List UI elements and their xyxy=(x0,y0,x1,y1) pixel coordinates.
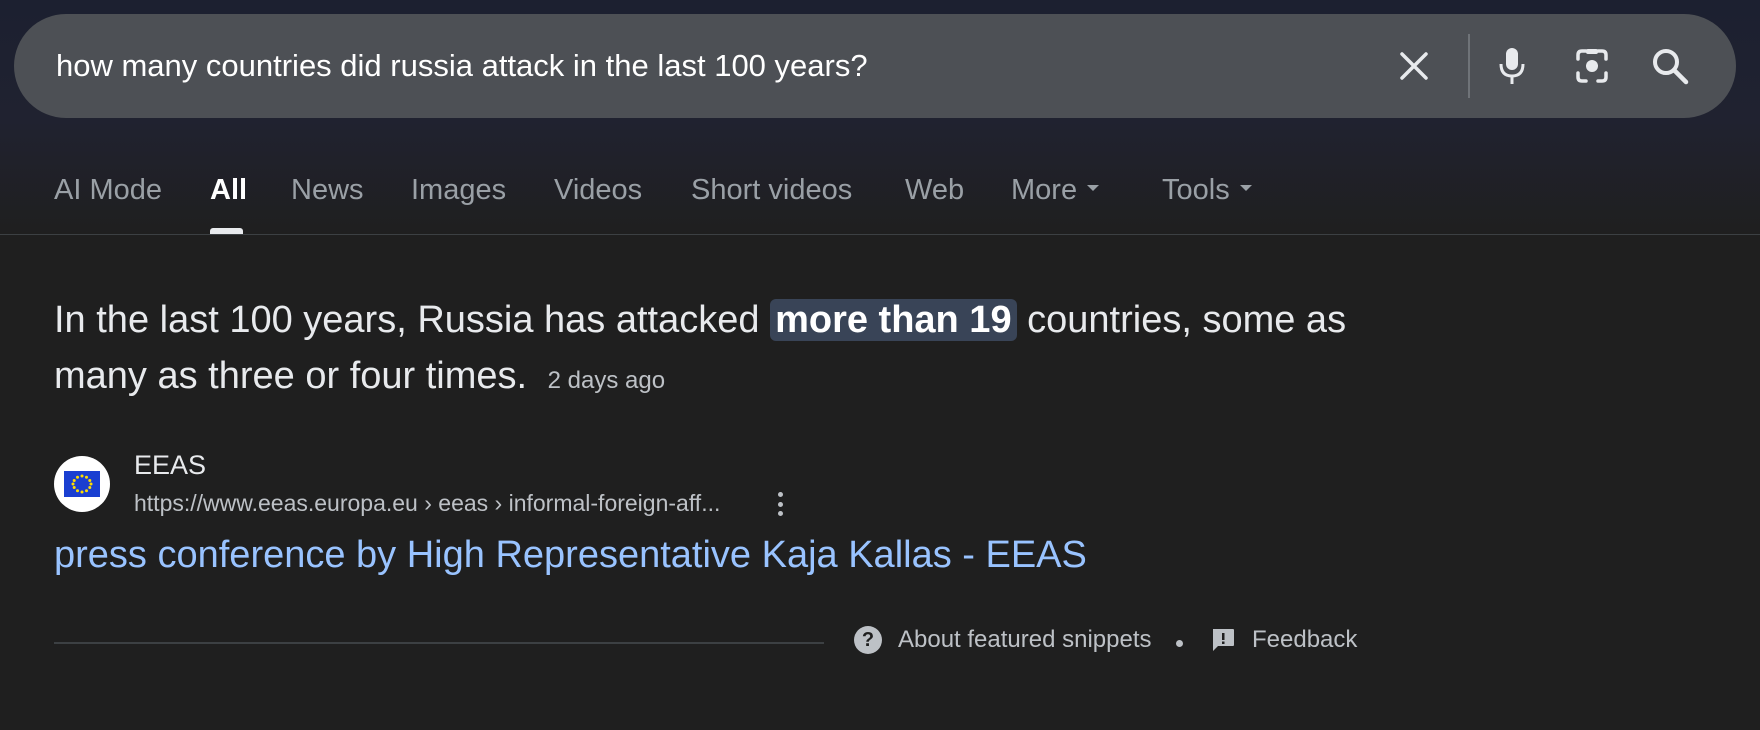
about-featured-snippets-label: About featured snippets xyxy=(898,626,1152,653)
close-icon[interactable] xyxy=(1386,38,1442,94)
search-input[interactable]: how many countries did russia attack in … xyxy=(56,14,868,118)
chevron-down-icon xyxy=(1239,185,1252,192)
separator-dot xyxy=(1176,640,1183,647)
search-icon[interactable] xyxy=(1642,38,1698,94)
answer-text-before: In the last 100 years, Russia has attack… xyxy=(54,299,771,341)
feedback-icon xyxy=(1213,629,1234,651)
searchbar-divider xyxy=(1468,34,1470,98)
tabs-divider xyxy=(0,234,1760,235)
answer-date: 2 days ago xyxy=(547,367,666,394)
help-icon: ? xyxy=(854,626,882,654)
tab-web[interactable]: Web xyxy=(905,174,964,207)
source-site-name[interactable]: EEAS xyxy=(134,450,206,481)
tools-button[interactable]: Tools xyxy=(1162,174,1252,207)
tab-videos[interactable]: Videos xyxy=(554,174,642,207)
about-featured-snippets-link[interactable]: ? About featured snippets xyxy=(854,626,1152,654)
footer-divider xyxy=(54,642,824,644)
eu-flag-icon[interactable] xyxy=(54,456,110,512)
tab-images[interactable]: Images xyxy=(411,174,506,207)
search-tabs: AI Mode All News Images Videos Short vid… xyxy=(0,160,1760,236)
more-options-icon[interactable] xyxy=(770,488,790,520)
tab-more-label: More xyxy=(1011,174,1078,206)
source-url[interactable]: https://www.eeas.europa.eu › eeas › info… xyxy=(134,490,720,517)
tab-ai-mode[interactable]: AI Mode xyxy=(54,174,162,207)
tools-label: Tools xyxy=(1162,174,1230,206)
tab-more[interactable]: More xyxy=(1011,174,1100,207)
camera-lens-icon[interactable] xyxy=(1564,38,1620,94)
tab-short-videos[interactable]: Short videos xyxy=(691,174,852,207)
feedback-label: Feedback xyxy=(1252,626,1358,653)
tab-news[interactable]: News xyxy=(291,174,364,207)
microphone-icon[interactable] xyxy=(1484,38,1540,94)
tab-all[interactable]: All xyxy=(210,174,247,207)
featured-snippet-answer: In the last 100 years, Russia has attack… xyxy=(54,292,1374,409)
feedback-link[interactable]: Feedback xyxy=(1210,626,1357,654)
search-results-page: how many countries did russia attack in … xyxy=(0,0,1760,730)
answer-highlight: more than 19 xyxy=(770,299,1017,341)
chevron-down-icon xyxy=(1087,185,1100,192)
search-bar[interactable]: how many countries did russia attack in … xyxy=(14,14,1736,118)
result-title-link[interactable]: press conference by High Representative … xyxy=(54,534,1087,577)
